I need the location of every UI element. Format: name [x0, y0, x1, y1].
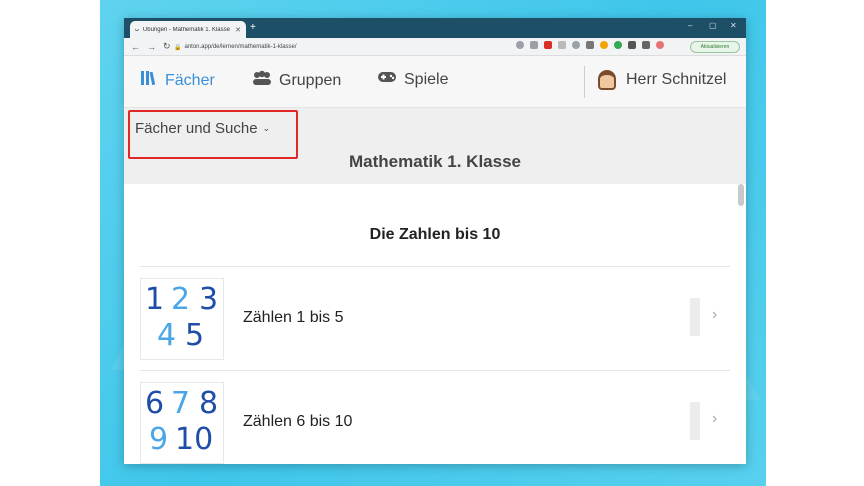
profile-icon[interactable]: [656, 41, 664, 49]
list-item-label: Zählen 1 bis 5: [243, 309, 344, 326]
books-icon: [140, 70, 158, 91]
new-tab-button[interactable]: +: [250, 22, 256, 33]
app-navigation: Fächer Gruppen Spiele Herr Schnitzel: [124, 56, 746, 108]
subheader: Fächer und Suche ⌄ Mathematik 1. Klasse: [124, 108, 746, 184]
minimize-icon[interactable]: –: [688, 21, 692, 30]
numbers-6-10-thumbnail: 6 7 8 9 10: [140, 382, 224, 464]
list-item-zaehlen-6-10[interactable]: 6 7 8 9 10 Zählen 6 bis 10 ›: [140, 372, 730, 464]
thumb-digit: 3: [199, 282, 219, 317]
scrollbar-thumb[interactable]: [738, 184, 744, 206]
gamepad-icon: [377, 70, 397, 89]
extension-circle-icon[interactable]: [572, 41, 580, 49]
chevron-right-icon: ›: [712, 410, 718, 427]
list-item-label: Zählen 6 bis 10: [243, 413, 353, 430]
address-bar[interactable]: 🔒 anton.app/de/lernen/mathematik-1-klass…: [174, 41, 554, 53]
user-menu[interactable]: Herr Schnitzel: [598, 70, 726, 90]
thumb-digit: 4: [157, 318, 177, 353]
nav-item-spiele[interactable]: Spiele: [377, 70, 448, 89]
anton-favicon-icon: ᴗ: [135, 26, 139, 33]
forward-icon[interactable]: →: [147, 42, 156, 52]
thumb-digit: 1: [145, 282, 165, 317]
back-icon[interactable]: ←: [131, 42, 140, 52]
star-icon[interactable]: [530, 41, 538, 49]
row-progress-marker: [690, 298, 700, 336]
list-item-zaehlen-1-5[interactable]: 1 2 3 4 5 Zählen 1 bis 5 ›: [140, 268, 730, 360]
divider: [140, 266, 730, 267]
nav-item-label: Spiele: [404, 70, 449, 88]
user-name: Herr Schnitzel: [626, 71, 727, 88]
extension-red-icon[interactable]: [544, 41, 552, 49]
tab-close-icon[interactable]: ✕: [235, 26, 241, 34]
zoom-icon[interactable]: [516, 41, 524, 49]
update-button[interactable]: Aktualisieren: [690, 41, 740, 53]
thumb-digit: 7: [171, 386, 191, 421]
url-text: anton.app/de/lernen/mathematik-1-klasse/: [184, 44, 297, 50]
chevron-right-icon: ›: [712, 306, 718, 323]
lock-icon: 🔒: [174, 44, 182, 51]
close-window-icon[interactable]: ✕: [730, 21, 737, 30]
reading-list-icon[interactable]: [642, 41, 650, 49]
screen: ᴗ Übungen - Mathematik 1. Klasse ✕ + – ▢…: [0, 0, 864, 486]
reload-icon[interactable]: ↻: [163, 41, 171, 52]
browser-toolbar: ← → ↻ 🔒 anton.app/de/lernen/mathematik-1…: [124, 38, 746, 56]
thumb-digit: 2: [171, 282, 191, 317]
row-progress-marker: [690, 402, 700, 440]
thumb-digit: 9: [149, 422, 169, 457]
thumb-digit: 8: [199, 386, 219, 421]
browser-window: ᴗ Übungen - Mathematik 1. Klasse ✕ + – ▢…: [124, 18, 746, 464]
thumb-digit: 5: [185, 318, 205, 353]
extension-color-icon[interactable]: [600, 41, 608, 49]
tab-title: Übungen - Mathematik 1. Klasse: [142, 26, 230, 33]
extension-pen-icon[interactable]: [586, 41, 594, 49]
nav-item-gruppen[interactable]: Gruppen: [252, 70, 341, 91]
extension-grey-icon[interactable]: [558, 41, 566, 49]
maximize-icon[interactable]: ▢: [709, 21, 717, 30]
page-title: Mathematik 1. Klasse: [349, 152, 521, 171]
thumb-digit: 6: [145, 386, 165, 421]
content-area: Die Zahlen bis 10 1 2 3 4 5 Zählen 1 bis…: [124, 184, 746, 464]
avatar: [598, 70, 616, 90]
numbers-1-5-thumbnail: 1 2 3 4 5: [140, 278, 224, 360]
nav-item-label: Fächer: [165, 71, 215, 89]
thumb-digit: 10: [175, 422, 214, 457]
extension-green-icon[interactable]: [614, 41, 622, 49]
nav-divider: [584, 66, 585, 98]
extension-icons: [516, 41, 664, 49]
browser-titlebar: ᴗ Übungen - Mathematik 1. Klasse ✕ + – ▢…: [124, 18, 746, 38]
nav-item-faecher[interactable]: Fächer: [140, 70, 215, 91]
puzzle-icon[interactable]: [628, 41, 636, 49]
nav-item-label: Gruppen: [279, 71, 342, 89]
browser-tab[interactable]: ᴗ Übungen - Mathematik 1. Klasse ✕: [130, 21, 246, 38]
group-icon: [252, 70, 272, 91]
section-title: Die Zahlen bis 10: [369, 226, 501, 243]
divider: [140, 370, 730, 371]
